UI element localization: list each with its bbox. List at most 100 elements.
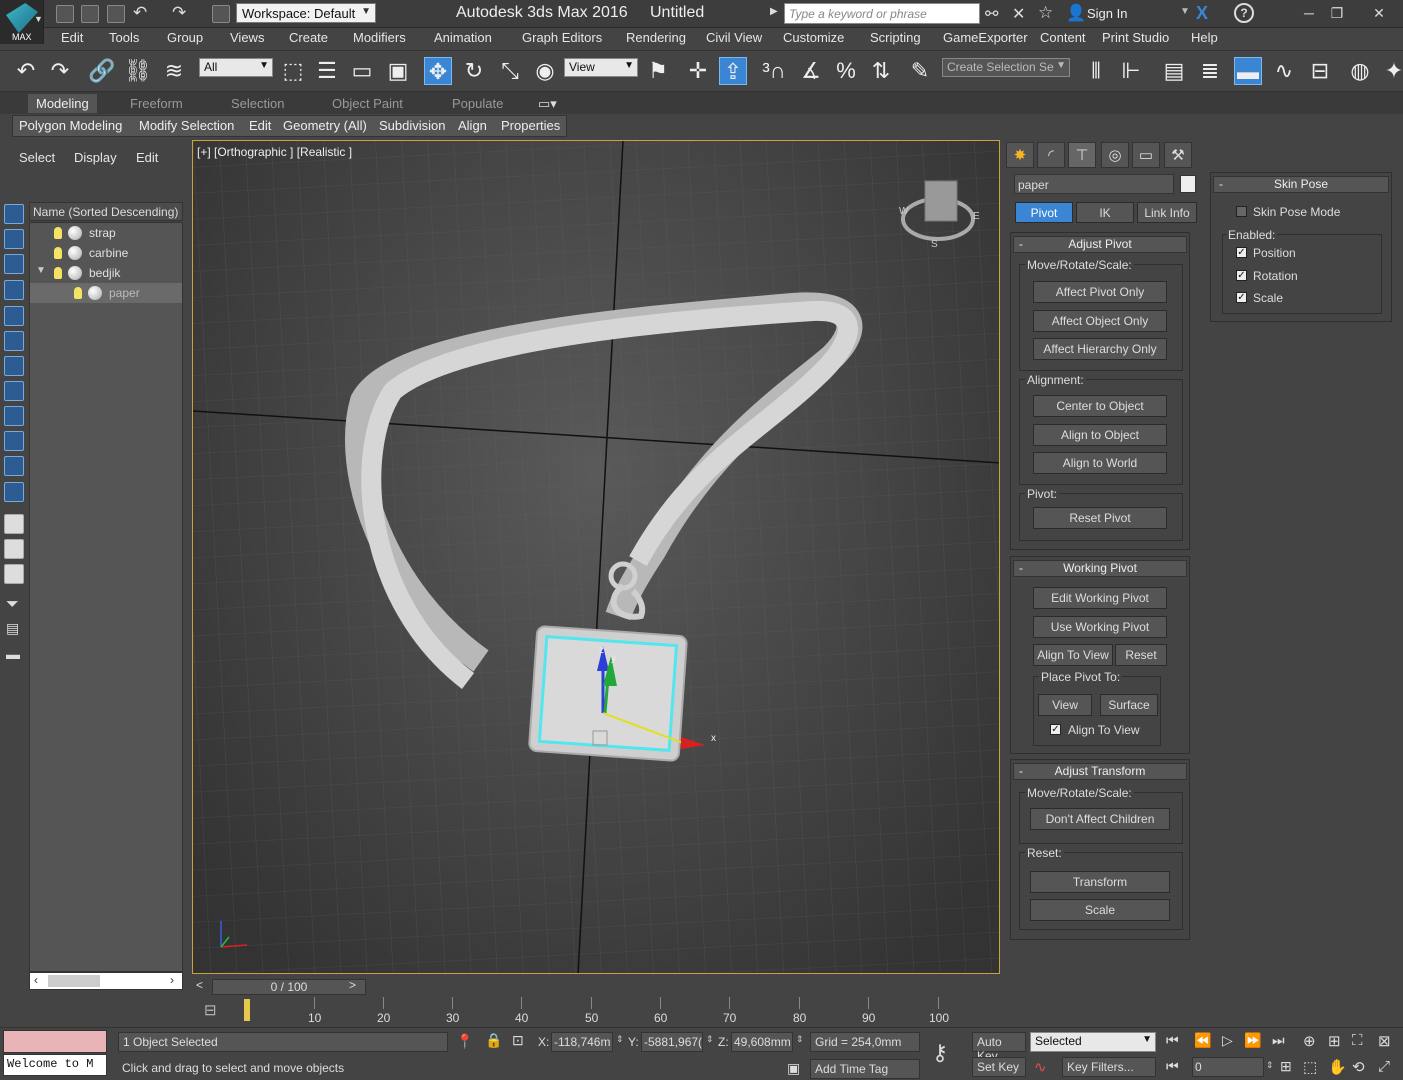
frame-spinner-icon[interactable]: ⇕	[1266, 1060, 1274, 1071]
display-groups-icon[interactable]	[4, 431, 24, 451]
options-icon[interactable]: ▬	[6, 646, 20, 662]
sign-in-link[interactable]: Sign In	[1087, 6, 1127, 21]
menu-views[interactable]: Views	[230, 30, 264, 45]
y-coordinate-field[interactable]: -5881,967(	[641, 1032, 703, 1052]
next-frame-icon[interactable]: ⏩	[1244, 1032, 1261, 1049]
bind-space-warp-icon[interactable]: ≋	[160, 57, 188, 85]
current-frame-field[interactable]: 0	[1192, 1057, 1264, 1077]
binoculars-icon[interactable]: ⚯	[985, 4, 998, 24]
scene-menu-select[interactable]: Select	[19, 150, 55, 165]
time-prev-icon[interactable]: <	[196, 978, 203, 992]
scene-list-scrollbar[interactable]: ‹ ›	[29, 972, 183, 990]
redo-small-icon[interactable]: ↷	[172, 3, 186, 23]
orbit-icon[interactable]: ⟲	[1352, 1058, 1365, 1076]
schematic-view-icon[interactable]: ⊟	[1306, 57, 1334, 85]
modify-tab-icon[interactable]: ◜	[1037, 142, 1065, 168]
skin-pose-mode-checkbox[interactable]	[1236, 206, 1247, 217]
tab-selection[interactable]: Selection	[231, 96, 284, 111]
light-bulb-icon[interactable]	[54, 267, 62, 279]
light-bulb-icon[interactable]	[74, 287, 82, 299]
time-next-icon[interactable]: >	[349, 978, 356, 992]
go-to-end-icon[interactable]: ⏭	[1272, 1032, 1285, 1049]
track-bar[interactable]: 10 20 30 40 50 60 70 80 90 100	[242, 997, 949, 1025]
project-folder-icon[interactable]	[212, 5, 230, 23]
pivot-point-center-icon[interactable]: ⚑	[644, 57, 672, 85]
communication-center-icon[interactable]: ✕	[1012, 4, 1025, 24]
ribbon-subdivision[interactable]: Subdivision	[379, 118, 446, 133]
undo-icon[interactable]: ↶	[12, 57, 40, 85]
display-lights-icon[interactable]	[4, 331, 24, 351]
tab-object-paint[interactable]: Object Paint	[332, 96, 403, 111]
key-mode-dropdown[interactable]: Selected ▼	[1030, 1032, 1156, 1052]
close-button[interactable]: ✕	[1362, 2, 1396, 24]
rotation-checkbox[interactable]: ✓	[1236, 270, 1247, 281]
exchange-apps-icon[interactable]: X	[1196, 3, 1208, 24]
go-to-start-icon[interactable]: ⏮	[1166, 1032, 1179, 1049]
menu-content[interactable]: Content	[1040, 30, 1086, 45]
absolute-mode-icon[interactable]: ⊡	[512, 1032, 524, 1049]
curve-editor-icon[interactable]: ∿	[1270, 57, 1298, 85]
y-spinner-icon[interactable]: ⇕	[706, 1034, 714, 1045]
menu-create[interactable]: Create	[289, 30, 328, 45]
z-spinner-icon[interactable]: ⇕	[796, 1034, 804, 1045]
hierarchy-list-icon[interactable]	[4, 564, 24, 584]
select-object-icon[interactable]: ⬚	[279, 57, 307, 85]
light-bulb-icon[interactable]	[54, 227, 62, 239]
ribbon-align[interactable]: Align	[458, 118, 487, 133]
menu-customize[interactable]: Customize	[783, 30, 844, 45]
menu-print-studio[interactable]: Print Studio	[1102, 30, 1169, 45]
align-icon[interactable]: ⊩	[1117, 57, 1145, 85]
viewport-label[interactable]: [+] [Orthographic ] [Realistic ]	[197, 145, 352, 159]
list-item[interactable]: ▼ bedjik	[30, 263, 182, 283]
display-helpers-icon[interactable]	[4, 381, 24, 401]
object-name-field[interactable]: paper	[1014, 174, 1174, 194]
select-and-move-icon[interactable]: ✥	[424, 57, 452, 85]
add-time-tag-button[interactable]: Add Time Tag	[810, 1059, 920, 1079]
create-tab-icon[interactable]: ✸	[1006, 142, 1034, 168]
workspace-dropdown[interactable]: Workspace: Default ▼	[236, 3, 376, 23]
favorites-star-icon[interactable]: ☆	[1038, 3, 1053, 23]
key-filters-button[interactable]: Key Filters...	[1062, 1057, 1156, 1077]
zoom-extents-icon[interactable]: ⛶	[1352, 1032, 1363, 1049]
selection-filter-dropdown[interactable]: All ▼	[199, 58, 273, 77]
display-none-icon[interactable]	[4, 204, 24, 224]
pan-view-icon[interactable]: ✋	[1328, 1058, 1347, 1076]
display-space-warps-icon[interactable]	[4, 406, 24, 426]
spinner-snap-icon[interactable]: ⇅	[867, 57, 895, 85]
select-and-link-icon[interactable]: 🔗	[88, 57, 116, 85]
mirror-icon[interactable]: ⫴	[1082, 57, 1110, 85]
window-crossing-icon[interactable]: ▣	[384, 57, 412, 85]
menu-animation[interactable]: Animation	[434, 30, 492, 45]
invert-display-icon[interactable]	[4, 254, 24, 274]
menu-scripting[interactable]: Scripting	[870, 30, 921, 45]
ribbon-geometry-all[interactable]: Geometry (All)	[283, 118, 367, 133]
scroll-left-icon[interactable]: ‹	[34, 973, 38, 987]
ribbon-options-icon[interactable]: ▭▾	[538, 96, 557, 112]
previous-frame-icon[interactable]: ⏪	[1194, 1032, 1211, 1049]
rectangular-selection-icon[interactable]: ▭	[348, 57, 376, 85]
display-xrefs-icon[interactable]	[4, 456, 24, 476]
viewport-perspective[interactable]: x y z W E S [+] [Orthographic ] [Realist…	[192, 140, 1000, 974]
redo-icon[interactable]: ↷	[46, 57, 74, 85]
menu-rendering[interactable]: Rendering	[626, 30, 686, 45]
select-by-name-icon[interactable]: ☰	[313, 57, 341, 85]
scene-explorer-toggle-icon[interactable]: ▤	[1160, 57, 1188, 85]
open-file-icon[interactable]	[81, 5, 99, 23]
ribbon-properties[interactable]: Properties	[501, 118, 560, 133]
percent-snap-icon[interactable]: %	[832, 57, 860, 85]
menu-tools[interactable]: Tools	[109, 30, 139, 45]
display-bones-icon[interactable]	[4, 482, 24, 502]
x-spinner-icon[interactable]: ⇕	[616, 1034, 624, 1045]
expand-triangle-icon[interactable]: ▼	[36, 265, 46, 276]
select-and-place-icon[interactable]: ◉	[531, 57, 559, 85]
list-item-selected[interactable]: paper	[30, 283, 182, 303]
region-zoom-icon[interactable]: ⬚	[1303, 1058, 1317, 1076]
utilities-tab-icon[interactable]: ⚒	[1164, 142, 1192, 168]
search-expand-icon[interactable]: ▶	[770, 6, 778, 17]
zoom-extents-all-icon[interactable]: ⊠	[1378, 1032, 1391, 1050]
sign-in-dropdown-icon[interactable]: ▼	[1180, 6, 1190, 17]
time-tag-icon[interactable]: ▣	[787, 1060, 800, 1077]
reference-coordinate-dropdown[interactable]: View ▼	[564, 58, 638, 77]
menu-civil-view[interactable]: Civil View	[706, 30, 762, 45]
render-setup-icon[interactable]: ✦	[1380, 57, 1403, 85]
